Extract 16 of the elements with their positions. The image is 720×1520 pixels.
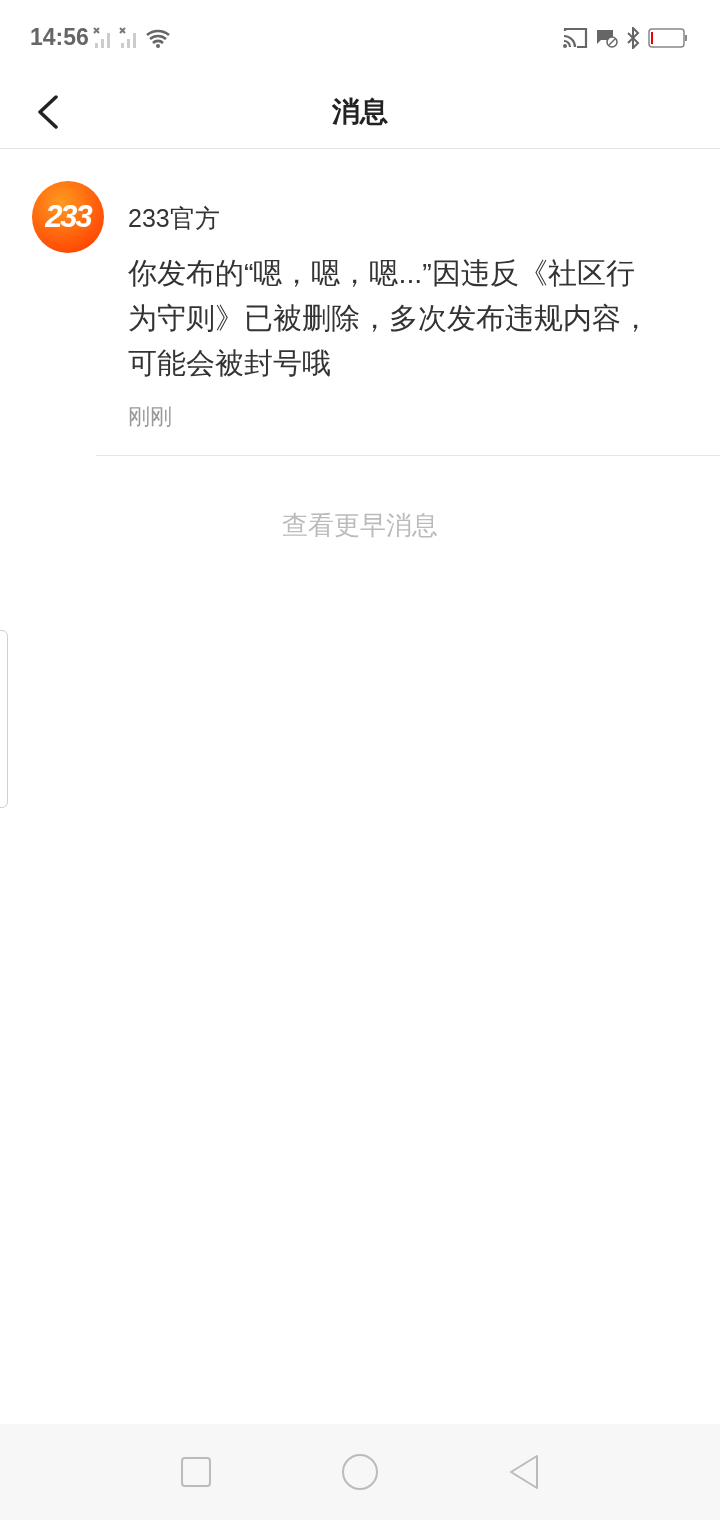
back-button[interactable]: [36, 95, 60, 129]
battery-icon: [648, 26, 688, 49]
back-nav-button[interactable]: [508, 1454, 541, 1490]
page-title: 消息: [332, 94, 388, 129]
load-more-link[interactable]: 查看更早消息: [282, 506, 438, 545]
back-icon: [36, 95, 60, 129]
message-time: 刚刚: [128, 403, 173, 431]
message-blocked-icon: [596, 27, 618, 48]
bluetooth-icon: [626, 26, 640, 49]
cast-icon: [562, 26, 588, 49]
sender-name: 233官方: [128, 203, 221, 234]
message-text: 你发布的“嗯，嗯，嗯...”因违反《社区行为守则》已被删除，多次发布违规内容，可能会被封号哦: [128, 256, 651, 381]
status-time: 14:56: [30, 23, 89, 53]
avatar-logo[interactable]: 233: [32, 181, 104, 253]
recent-apps-button[interactable]: [179, 1456, 212, 1488]
home-button[interactable]: [341, 1453, 379, 1491]
